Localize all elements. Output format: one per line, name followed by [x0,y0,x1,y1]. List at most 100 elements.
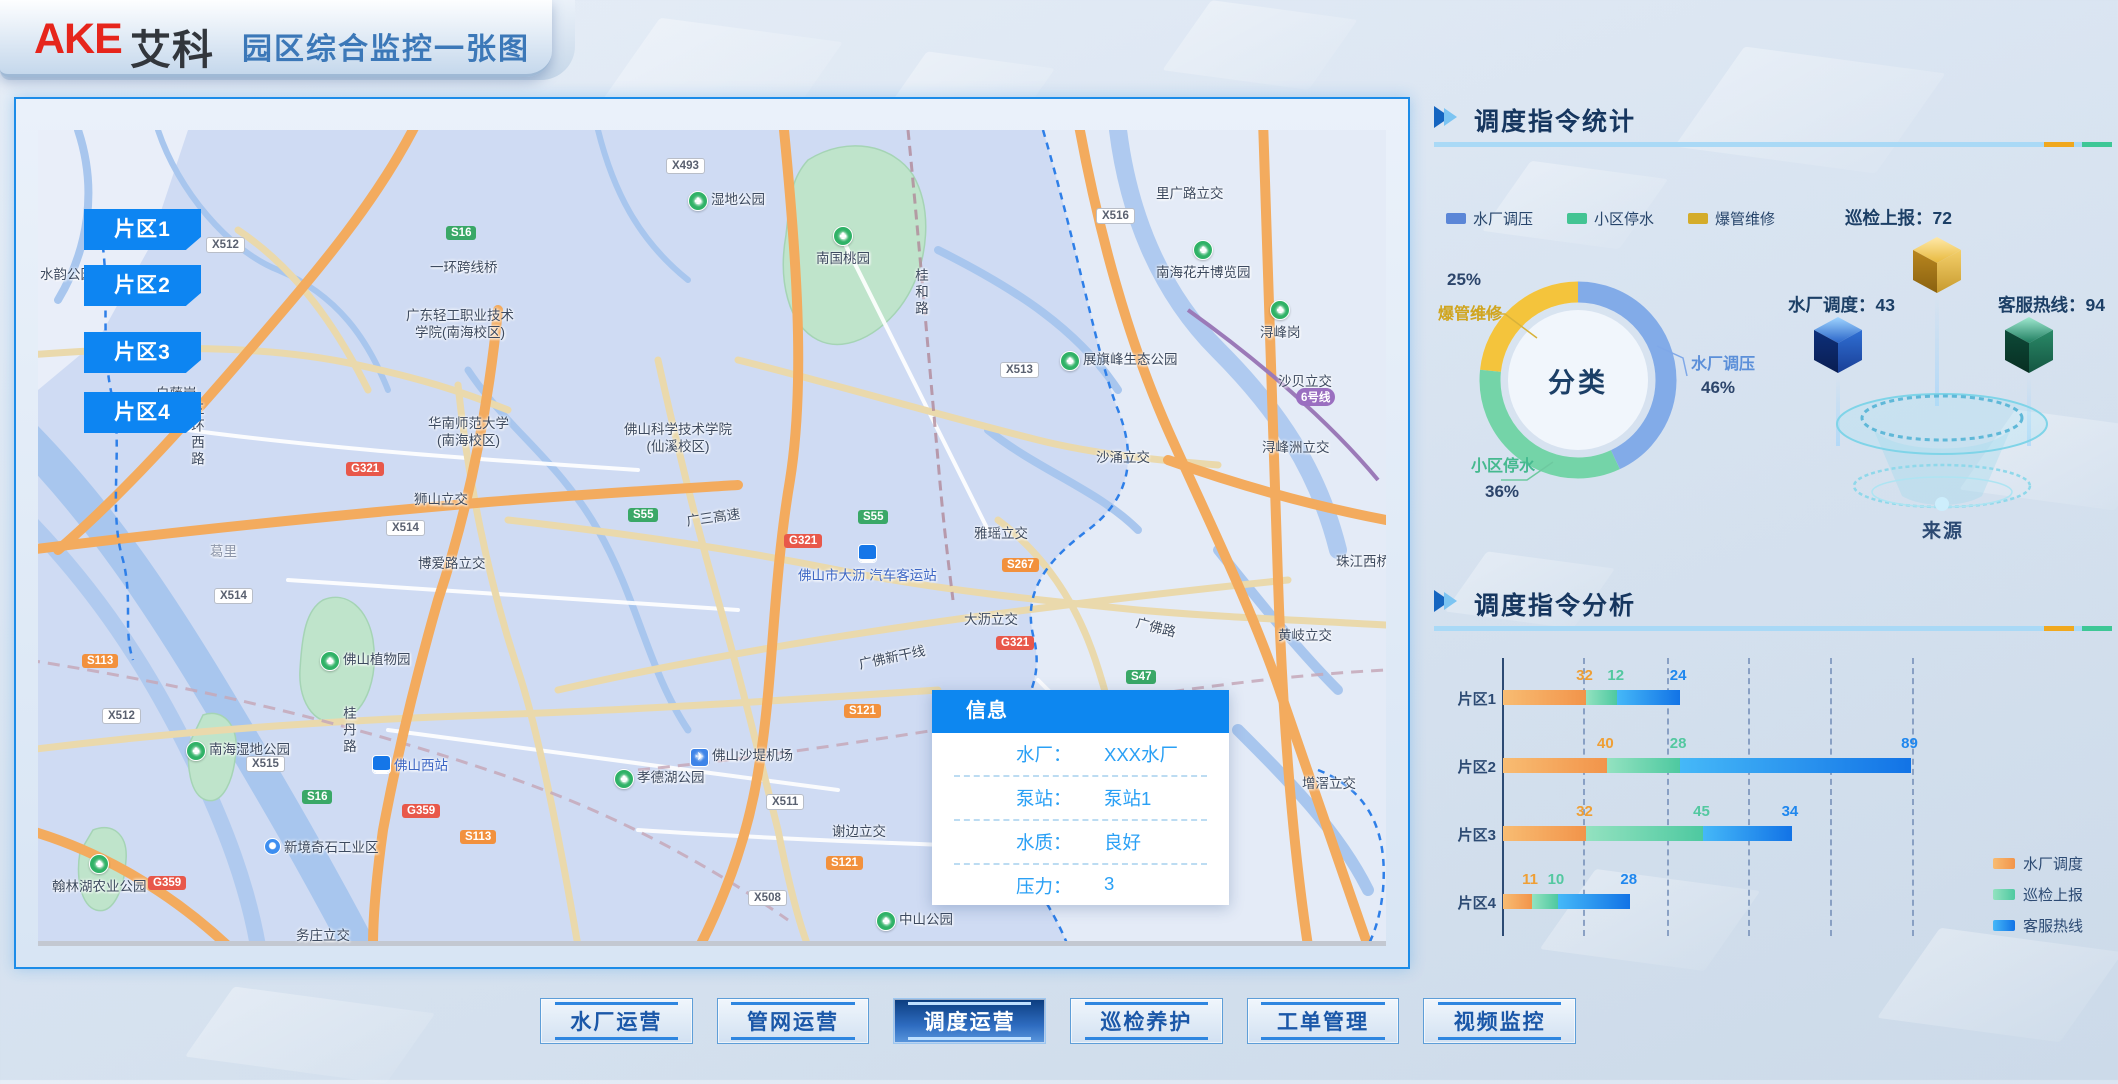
map-label: X513 [1000,362,1039,378]
bar-segment [1503,758,1607,773]
map-label: 雅瑶立交 [974,522,1028,542]
map-label: 里广路立交 [1156,182,1224,202]
map-label: 桂和路 [910,268,930,318]
background-tile [1482,161,1668,249]
map-label: 南国桃园 [816,226,870,267]
map-info-popup[interactable]: 信息 水厂：XXX水厂泵站：泵站1水质：良好压力：3 [932,690,1229,905]
tab-水厂运营[interactable]: 水厂运营 [540,998,693,1044]
bar-segment [1586,690,1617,705]
map-label: G321 [346,462,384,476]
tab-巡检养护[interactable]: 巡检养护 [1070,998,1223,1044]
tab-调度运营[interactable]: 调度运营 [893,998,1046,1044]
map-label: G359 [148,876,186,890]
bottom-tab-bar: 水厂运营管网运营调度运营巡检养护工单管理视频监控 [540,998,1576,1044]
map-label: S16 [446,226,476,240]
map-label: S113 [82,654,118,668]
stats-panel-title: 调度指令统计 [1474,102,1636,138]
popup-rows: 水厂：XXX水厂泵站：泵站1水质：良好压力：3 [932,733,1229,907]
tab-视频监控[interactable]: 视频监控 [1423,998,1576,1044]
map-label: 新境奇石工业区 [264,836,379,856]
map-label: 增滘立交 [1302,772,1356,792]
bar-value-label: 28 [1620,871,1637,888]
map-label: 佛山西站 [372,754,448,774]
map-label: X514 [386,520,425,536]
map-label: 南海花卉博览园 [1156,240,1251,281]
popup-row: 泵站：泵站1 [954,777,1207,821]
bar-legend-item: 水厂调度 [1993,853,2083,874]
map-label: 湿地公园 [688,188,765,211]
zone-button-3[interactable]: 片区3 [84,332,201,373]
zone-button-2[interactable]: 片区2 [84,265,201,306]
bar-legend-item: 巡检上报 [1993,884,2083,905]
background-tile [185,986,435,1083]
zone-button-1[interactable]: 片区1 [84,209,201,250]
bar-segment [1532,894,1558,909]
map-label: X512 [206,237,245,253]
map-label: X511 [766,794,804,810]
map-label: S267 [1002,558,1039,572]
map-label: 佛山沙堤机场 [690,744,793,767]
bar-segment [1503,826,1586,841]
bar-value-label: 24 [1670,667,1687,684]
bar-category-label: 片区4 [1450,892,1496,913]
map-label: 中山公园 [876,908,953,931]
map-label: 佛山植物园 [320,648,411,671]
legend-item: 水厂调压 [1446,208,1533,229]
map-label: X515 [246,756,285,772]
map-label: G359 [402,804,440,818]
stats-panel-rule [1434,142,2112,147]
bar-value-label: 40 [1597,735,1614,752]
tab-管网运营[interactable]: 管网运营 [717,998,870,1044]
map-label: 展旗峰生态公园 [1060,348,1178,371]
map[interactable]: 水韵公园X512白藤岗一环跨线桥S16X493湿地公园南国桃园桂和路X516里广… [38,130,1386,946]
map-label: G321 [996,636,1034,650]
donut-name-burst: 爆管维修 [1438,300,1502,324]
tab-工单管理[interactable]: 工单管理 [1247,998,1400,1044]
bar-segment [1680,758,1911,773]
map-label: 沙涌立交 [1096,446,1150,466]
bar-value-label: 32 [1576,667,1593,684]
map-label: 狮山立交 [414,488,468,508]
map-label: 广东轻工职业技术 学院(南海校区) [406,308,514,342]
donut-pct-burst: 25% [1447,270,1481,290]
bar-value-label: 34 [1782,803,1799,820]
gridline [1912,658,1914,936]
donut-chart: 分类 25% 爆管维修 水厂调压 46% 小区停水 36% [1435,250,1795,518]
gridline [1830,658,1832,936]
bar-value-label: 45 [1693,803,1710,820]
background-tile [1674,46,1945,173]
panel-arrow-icon [1434,106,1464,128]
map-label: S16 [302,790,332,804]
donut-legend: 水厂调压小区停水爆管维修 [1446,208,1775,229]
map-label: X516 [1096,208,1135,224]
map-label: S121 [844,704,881,718]
map-label: S113 [460,830,496,844]
map-label: S121 [826,856,863,870]
bar-value-label: 12 [1607,667,1624,684]
map-label: X508 [748,890,787,906]
bar-segment [1503,690,1586,705]
donut-center-label: 分类 [1524,326,1632,434]
sources-visual: 水厂调度：43 客服热线：94 [1772,196,2117,561]
bar-value-label: 28 [1670,735,1687,752]
map-label: S55 [628,508,658,522]
map-label: 黄岐立交 [1278,624,1332,644]
map-label: 务庄立交 [296,924,350,944]
bar-value-label: 11 [1522,871,1538,888]
bar-category-label: 片区3 [1450,824,1496,845]
map-label: 大沥立交 [964,608,1018,628]
map-label: 沙贝立交 [1278,370,1332,390]
map-label: 6号线 [1296,388,1335,406]
map-label: 桂丹路 [338,706,358,756]
bar-segment [1586,826,1703,841]
bar-legend-item: 客服热线 [1993,915,2083,936]
donut-name-shutoff: 小区停水 [1471,452,1535,476]
zone-button-4[interactable]: 片区4 [84,392,201,433]
donut-pct-shutoff: 36% [1485,482,1519,502]
background-tile [1162,0,1357,90]
popup-row: 压力：3 [954,865,1207,907]
map-label: X514 [214,588,253,604]
popup-row: 水质：良好 [954,821,1207,865]
legend-item: 爆管维修 [1688,208,1775,229]
popup-row: 水厂：XXX水厂 [954,733,1207,777]
